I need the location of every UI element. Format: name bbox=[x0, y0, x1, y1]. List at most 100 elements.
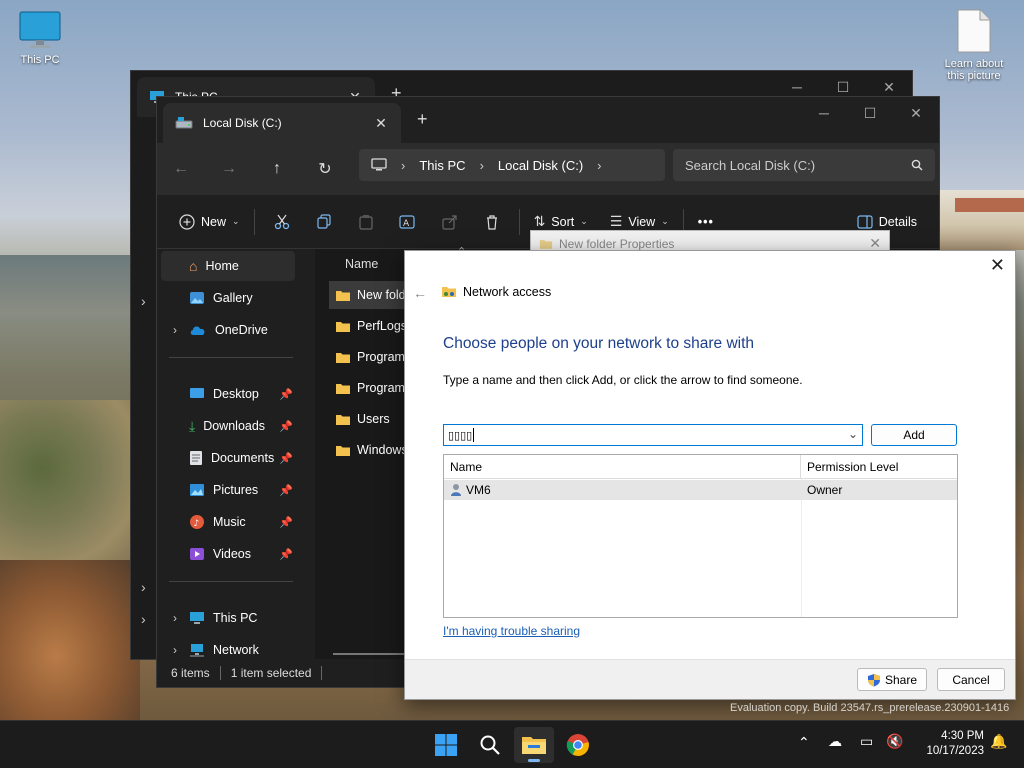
chevron-down-icon: ⌄ bbox=[580, 216, 588, 226]
chevron-right-icon[interactable]: › bbox=[141, 293, 146, 309]
search-box[interactable]: Search Local Disk (C:) bbox=[673, 149, 935, 181]
window-controls: ─ ☐ ✕ bbox=[801, 97, 939, 129]
download-icon: ⤓ bbox=[189, 417, 196, 434]
forward-arrow-icon[interactable]: → bbox=[205, 149, 253, 189]
dialog-title: Network access bbox=[441, 285, 551, 299]
videos-icon bbox=[190, 548, 204, 560]
sidebar-item-home[interactable]: ⌂ Home bbox=[161, 251, 295, 281]
display-icon[interactable]: ▭ bbox=[860, 733, 873, 750]
breadcrumb-this-pc[interactable]: This PC bbox=[419, 158, 465, 173]
chevron-right-icon[interactable]: › bbox=[173, 323, 177, 337]
horizontal-scrollbar[interactable] bbox=[333, 653, 413, 655]
up-arrow-icon[interactable]: ↑ bbox=[253, 149, 301, 189]
maximize-button[interactable]: ☐ bbox=[847, 97, 893, 129]
more-icon: ••• bbox=[697, 214, 714, 229]
folder-icon bbox=[336, 290, 350, 301]
new-tab-button[interactable]: + bbox=[417, 109, 428, 130]
sort-icon: ⇅ bbox=[533, 213, 546, 229]
divider bbox=[169, 581, 293, 582]
pin-icon: 📌 bbox=[279, 420, 293, 433]
cancel-button[interactable]: Cancel bbox=[937, 668, 1005, 691]
speaker-muted-icon[interactable]: 🔇 bbox=[886, 733, 903, 750]
sidebar-item-pictures[interactable]: Pictures 📌 bbox=[161, 475, 295, 505]
back-arrow-icon[interactable]: ← bbox=[157, 149, 205, 189]
start-button[interactable] bbox=[426, 727, 466, 763]
sidebar-item-onedrive[interactable]: › OneDrive bbox=[161, 315, 295, 345]
chevron-down-icon[interactable]: ⌄ bbox=[848, 427, 858, 441]
close-button[interactable]: ✕ bbox=[893, 97, 939, 129]
search-icon bbox=[480, 735, 500, 755]
dialog-title-label: Network access bbox=[463, 285, 552, 299]
folder-icon bbox=[336, 352, 350, 363]
user-name: VM6 bbox=[466, 483, 491, 497]
back-arrow-icon[interactable]: ← bbox=[413, 285, 427, 301]
clock[interactable]: 4:30 PM 10/17/2023 bbox=[912, 729, 984, 759]
file-name: Users bbox=[357, 412, 390, 426]
tab-local-disk[interactable]: Local Disk (C:) ✕ bbox=[163, 103, 401, 143]
breadcrumb-local-disk[interactable]: Local Disk (C:) bbox=[498, 158, 583, 173]
sidebar-item-music[interactable]: ♪ Music 📌 bbox=[161, 507, 295, 537]
desktop-icon-learn-picture[interactable]: Learn about this picture bbox=[936, 8, 1012, 82]
chevron-right-icon[interactable]: › bbox=[141, 579, 146, 595]
sidebar-item-videos[interactable]: Videos 📌 bbox=[161, 539, 295, 569]
home-icon: ⌂ bbox=[189, 258, 198, 274]
pin-icon: 📌 bbox=[279, 516, 293, 529]
new-button[interactable]: New ⌄ bbox=[171, 205, 248, 239]
column-header-permission[interactable]: Permission Level bbox=[801, 455, 898, 478]
sidebar-item-label: Videos bbox=[213, 547, 251, 561]
copy-icon[interactable] bbox=[309, 205, 339, 239]
minimize-button[interactable]: ─ bbox=[801, 97, 847, 129]
file-explorer-taskbar-button[interactable] bbox=[514, 727, 554, 763]
search-icon bbox=[911, 159, 923, 171]
folder-icon bbox=[336, 414, 350, 425]
sidebar-item-documents[interactable]: Documents 📌 bbox=[161, 443, 295, 473]
properties-title: New folder Properties bbox=[559, 237, 675, 251]
address-bar[interactable]: › This PC › Local Disk (C:) › bbox=[359, 149, 665, 181]
desktop-icon-this-pc[interactable]: This PC bbox=[2, 10, 78, 66]
rename-icon[interactable]: A bbox=[393, 205, 423, 239]
file-name: Program bbox=[357, 381, 405, 395]
cut-icon[interactable] bbox=[267, 205, 297, 239]
sidebar-item-this-pc[interactable]: › This PC bbox=[161, 603, 295, 633]
column-name-label: Name bbox=[345, 257, 379, 271]
delete-icon[interactable] bbox=[477, 205, 507, 239]
shared-folder-icon bbox=[442, 287, 456, 297]
chevron-down-icon: ⌄ bbox=[232, 216, 240, 226]
network-access-dialog: ✕ ← Network access Choose people on your… bbox=[404, 250, 1016, 700]
sidebar-item-gallery[interactable]: Gallery bbox=[161, 283, 295, 313]
table-row[interactable]: VM6 Owner bbox=[444, 480, 957, 500]
paste-icon[interactable] bbox=[351, 205, 381, 239]
sidebar-item-label: Home bbox=[205, 259, 239, 273]
view-label: View bbox=[628, 214, 656, 229]
chevron-right-icon[interactable]: › bbox=[173, 611, 177, 625]
divider bbox=[253, 208, 255, 235]
chevron-down-icon: ⌄ bbox=[661, 216, 669, 226]
column-header-name[interactable]: Name bbox=[444, 455, 801, 478]
file-name: Windows bbox=[357, 443, 408, 457]
cloud-sync-icon[interactable]: ☁ bbox=[828, 733, 842, 750]
chevron-right-icon[interactable]: › bbox=[141, 611, 146, 627]
add-button[interactable]: Add bbox=[871, 424, 957, 446]
share-button[interactable]: Share bbox=[857, 668, 927, 691]
sidebar-item-label: Desktop bbox=[213, 387, 259, 401]
chevron-up-icon[interactable]: ⌃ bbox=[798, 734, 810, 751]
chevron-right-icon[interactable]: › bbox=[173, 643, 177, 657]
sidebar-item-downloads[interactable]: ⤓ Downloads 📌 bbox=[161, 411, 295, 441]
notification-bell-icon[interactable]: 🔔 bbox=[990, 733, 1007, 750]
column-header-name[interactable]: Name bbox=[345, 249, 378, 279]
folder-icon bbox=[522, 737, 546, 754]
user-name-combobox[interactable]: ▯▯▯▯ ⌄ bbox=[443, 424, 863, 446]
trouble-sharing-link[interactable]: I'm having trouble sharing bbox=[443, 624, 580, 638]
close-icon[interactable]: ✕ bbox=[373, 115, 389, 132]
search-placeholder: Search Local Disk (C:) bbox=[685, 157, 816, 173]
user-name-input[interactable]: ▯▯▯▯ bbox=[448, 429, 472, 442]
sidebar-item-desktop[interactable]: Desktop 📌 bbox=[161, 379, 295, 409]
network-icon bbox=[190, 644, 204, 657]
chevron-right-icon[interactable]: › bbox=[597, 158, 601, 173]
chrome-taskbar-button[interactable] bbox=[558, 727, 598, 763]
permission-level: Owner bbox=[807, 483, 843, 497]
close-button[interactable]: ✕ bbox=[990, 255, 1005, 276]
refresh-icon[interactable]: ↻ bbox=[301, 149, 349, 189]
share-icon[interactable] bbox=[435, 205, 465, 239]
search-button[interactable] bbox=[470, 727, 510, 763]
